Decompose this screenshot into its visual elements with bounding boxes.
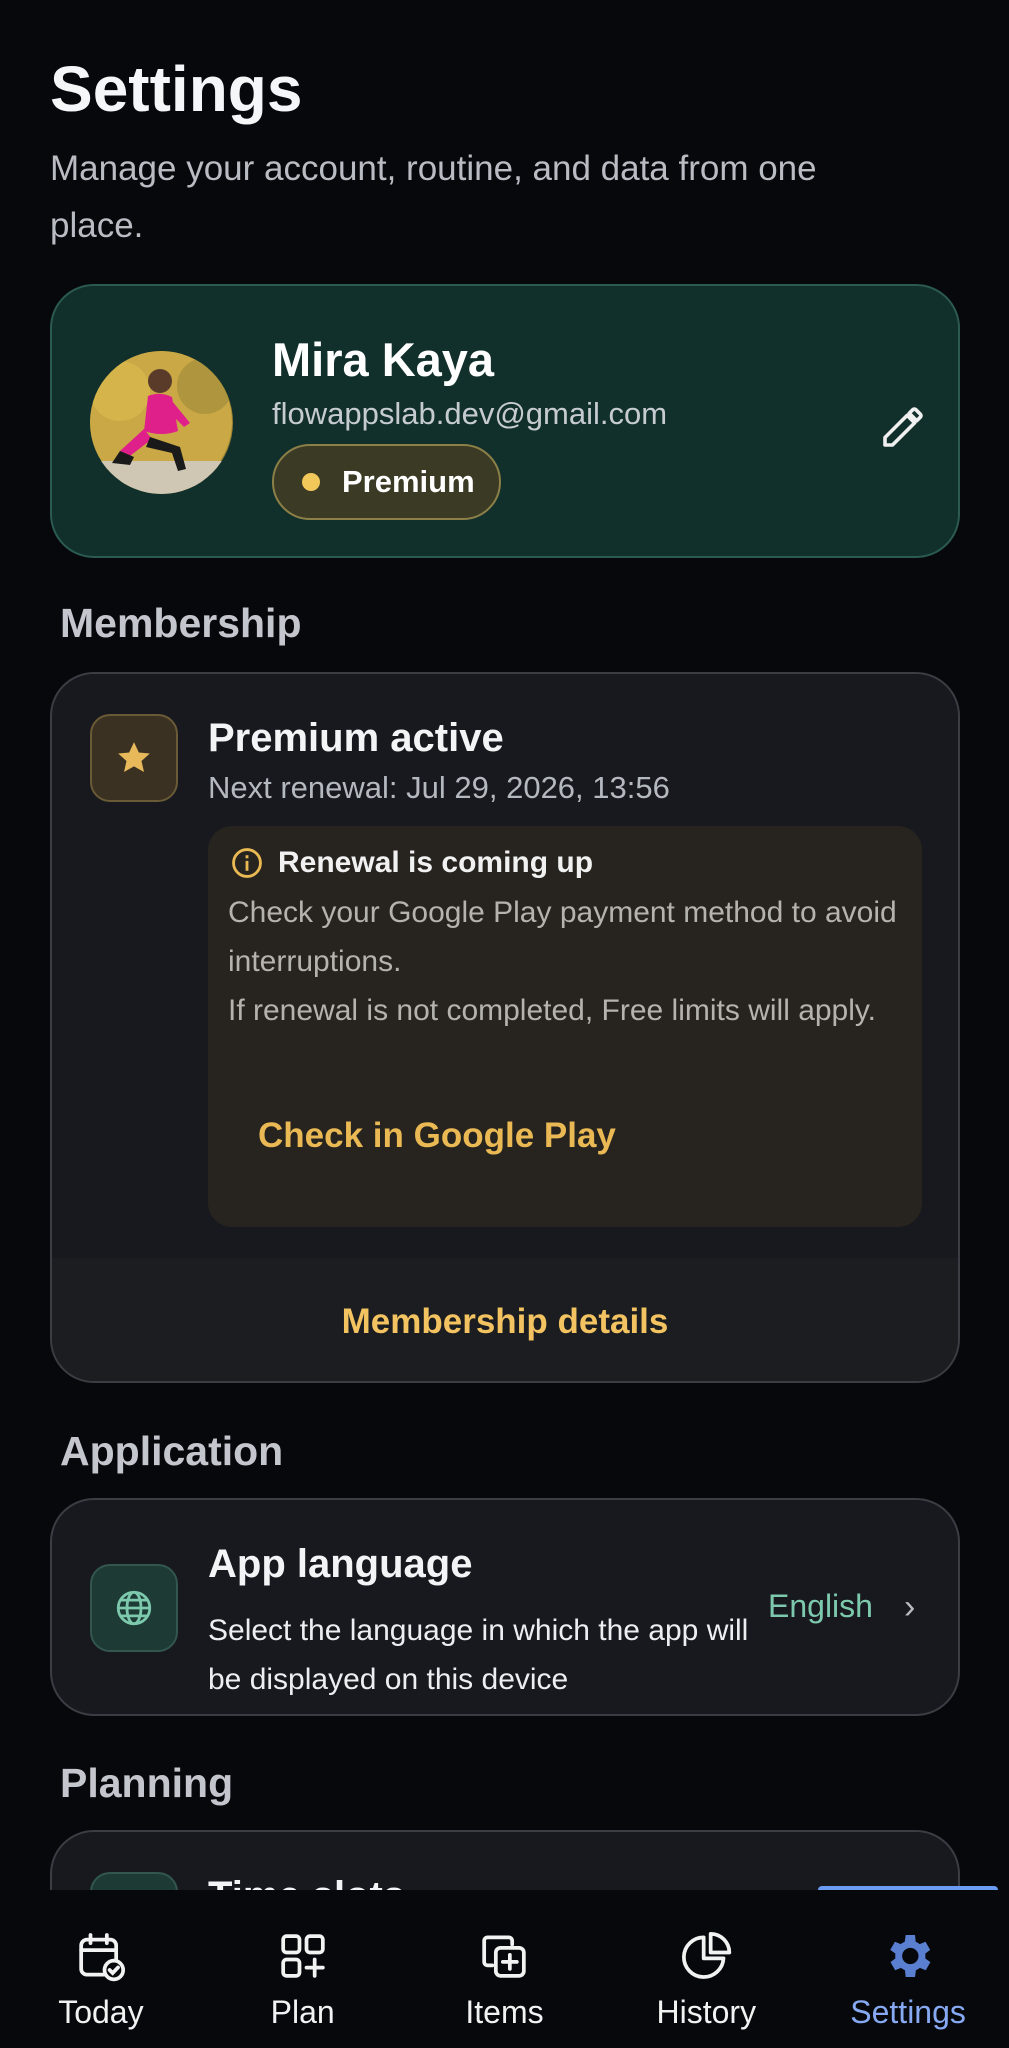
info-icon [232, 848, 262, 878]
renewal-title: Renewal is coming up [278, 846, 594, 879]
premium-badge: Premium [272, 444, 501, 520]
avatar [90, 351, 233, 494]
renewal-text: Check your Google Play payment method to… [228, 888, 908, 1035]
app-language-description: Select the language in which the app wil… [208, 1614, 749, 1696]
nav-label-history: History [656, 1994, 757, 2030]
nav-label-settings: Settings [850, 1994, 966, 2030]
profile-card[interactable]: Mira Kaya flowappslab.dev@gmail.com Prem… [50, 284, 960, 558]
pie-chart-icon [682, 1931, 732, 1979]
calendar-check-icon [79, 1933, 125, 1982]
edit-profile-button[interactable] [872, 396, 934, 458]
globe-tile [90, 1564, 178, 1652]
nav-item-plan[interactable]: Plan [202, 1890, 404, 2048]
star-icon [118, 742, 150, 772]
membership-details-button[interactable]: Membership details [52, 1258, 958, 1381]
settings-scroll-area[interactable]: Settings Manage your account, routine, a… [0, 0, 1009, 1890]
membership-card: Premium active Next renewal: Jul 29, 202… [50, 672, 960, 1383]
nav-label-plan: Plan [270, 1994, 335, 2030]
app-language-value: English [768, 1588, 873, 1624]
membership-details-label: Membership details [341, 1301, 669, 1341]
page-title: Settings [50, 53, 303, 125]
renewal-notice: Renewal is coming up Check your Google P… [208, 826, 922, 1227]
badge-label: Premium [342, 464, 475, 499]
nav-item-today[interactable]: Today [0, 1890, 202, 2048]
nav-label-items: Items [465, 1994, 544, 2030]
chevron-right-icon: › [904, 1588, 916, 1626]
clock-tile [90, 1872, 178, 1890]
section-title-planning: Planning [60, 1760, 234, 1806]
profile-email: flowappslab.dev@gmail.com [272, 396, 668, 431]
grid-plus-icon [280, 1934, 325, 1978]
membership-renewal-date: Next renewal: Jul 29, 2026, 13:56 [208, 770, 670, 805]
renewal-text-line1: Check your Google Play payment method to… [228, 896, 897, 978]
membership-status-title: Premium active [208, 716, 504, 760]
squares-plus-icon [482, 1935, 527, 1978]
badge-dot-icon [302, 473, 320, 491]
page-subtitle: Manage your account, routine, and data f… [50, 149, 817, 245]
gear-icon [890, 1935, 931, 1977]
section-title-membership: Membership [60, 600, 302, 646]
time-slots-title: Time slots [208, 1874, 405, 1890]
profile-name: Mira Kaya [272, 333, 495, 386]
renewal-title-row: Renewal is coming up [230, 846, 593, 880]
nav-item-items[interactable]: Items [404, 1890, 606, 2048]
pencil-icon [883, 407, 923, 447]
star-tile [90, 714, 178, 802]
nav-item-history[interactable]: History [605, 1890, 807, 2048]
section-title-application: Application [60, 1428, 284, 1474]
time-slots-row[interactable]: Time slots [50, 1830, 960, 1890]
app-language-row[interactable]: App language Select the language in whic… [50, 1498, 960, 1716]
globe-icon [116, 1590, 152, 1626]
check-google-play-button[interactable]: Check in Google Play [258, 1116, 616, 1156]
bottom-nav: Today Plan Items History Settings [0, 1890, 1009, 2048]
nav-item-settings[interactable]: Settings [807, 1890, 1009, 2048]
app-language-title: App language [208, 1542, 473, 1586]
avatar-photo [90, 351, 233, 494]
nav-label-today: Today [58, 1994, 144, 2030]
renewal-text-line2: If renewal is not completed, Free limits… [228, 994, 877, 1027]
